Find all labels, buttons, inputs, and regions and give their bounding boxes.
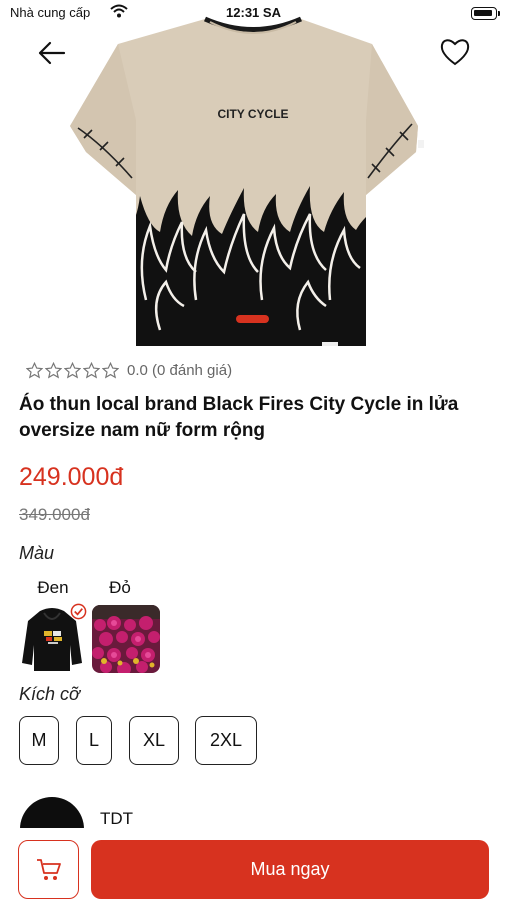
star-icon (83, 361, 100, 379)
rating-row: 0.0 (0 đánh giá) (26, 360, 232, 380)
original-price: 349.000đ (19, 505, 90, 524)
favorite-button[interactable] (438, 36, 472, 68)
star-icon (102, 361, 119, 379)
shirt-print-text: CITY CYCLE (217, 107, 288, 121)
size-option-2xl[interactable]: 2XL (195, 716, 257, 765)
size-option-m[interactable]: M (19, 716, 59, 765)
star-icon (45, 361, 62, 379)
tshirt-illustration: CITY CYCLE (70, 16, 424, 346)
rating-summary: 0.0 (0 đánh giá) (127, 361, 233, 379)
selected-check-icon (70, 603, 87, 620)
shop-name[interactable]: TDT (100, 809, 133, 829)
status-bar: Nhà cung cấp 12:31 SA (0, 0, 507, 26)
heart-icon (440, 39, 470, 66)
product-image: CITY CYCLE (0, 0, 507, 352)
buy-now-button[interactable]: Mua ngay (91, 840, 489, 899)
back-button[interactable] (34, 38, 70, 68)
product-title: Áo thun local brand Black Fires City Cyc… (19, 394, 459, 441)
cart-icon (36, 858, 61, 880)
bottom-action-bar: Mua ngay (0, 828, 507, 900)
current-price: 249.000đ (19, 463, 124, 491)
color-section-label: Màu (19, 543, 55, 563)
star-icon (64, 361, 81, 379)
size-section-label: Kích cỡ (19, 684, 80, 704)
color-name-black: Đen (37, 578, 69, 597)
size-option-xl[interactable]: XL (129, 716, 179, 765)
star-icon (26, 361, 43, 379)
size-option-l[interactable]: L (76, 716, 112, 765)
battery-icon (471, 7, 500, 20)
red-flowers-thumbnail (92, 605, 160, 673)
status-time: 12:31 SA (226, 5, 281, 20)
arrow-left-icon (38, 41, 66, 65)
color-swatch-red[interactable] (92, 605, 160, 673)
color-name-red: Đỏ (109, 578, 131, 597)
add-to-cart-button[interactable] (18, 840, 79, 899)
